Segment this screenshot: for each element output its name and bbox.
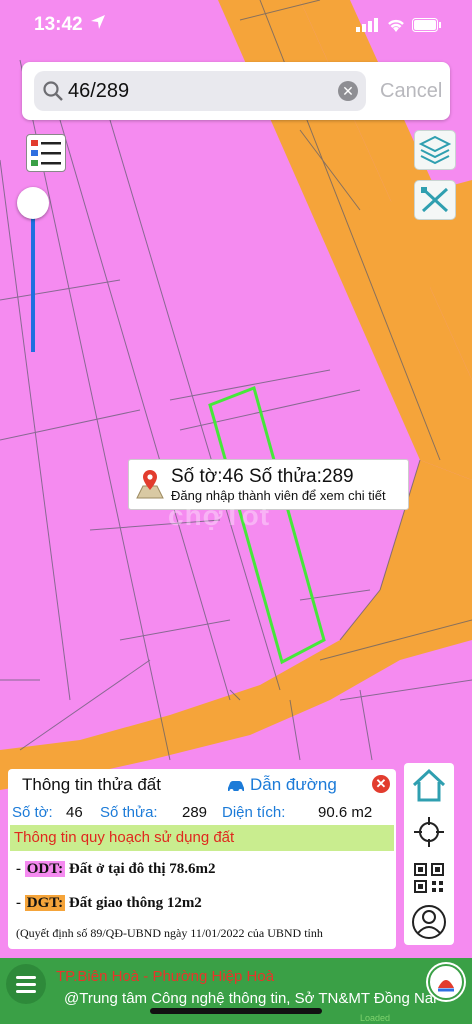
search-input[interactable]: 46/289 ✕ [34,71,366,111]
land-use-section-header: Thông tin quy hoạch sử dụng đất [10,825,394,851]
measure-tools-icon [421,187,449,213]
home-indicator [150,1008,322,1014]
measure-tools-button[interactable] [414,180,456,220]
agency-logo [426,962,466,1002]
cancel-button[interactable]: Cancel [380,80,442,103]
panel-title: Thông tin thửa đất [22,775,161,794]
parcel-info-panel: Thông tin thửa đất Dẫn đường ✕ Số tờ: 46… [8,769,396,949]
wifi-icon [388,19,404,32]
land-use-row: - ODT: Đất ở tại đô thị 78.6m2 [16,861,216,877]
crosshair-icon [414,817,444,847]
opacity-slider-track[interactable] [31,216,35,352]
thua-value: 289 [182,804,208,821]
opacity-slider-handle[interactable] [17,187,49,219]
legend-list-icon [31,140,61,166]
qr-code-icon [414,863,444,893]
to-value: 46 [66,804,83,821]
location-label: TP.Biên Hoà - Phường Hiệp Hoà [56,968,275,985]
bottom-bar: TP.Biên Hoà - Phường Hiệp Hoà @Trung tâm… [0,958,472,1024]
popup-title: Số tờ:46 Số thửa:289 [171,466,354,487]
locate-button[interactable] [408,811,450,853]
area-label: Diện tích: [222,804,286,821]
layers-button[interactable] [414,130,456,170]
account-button[interactable] [408,901,450,943]
land-use-code: DGT: [24,895,66,911]
land-use-code: ODT: [24,861,66,877]
watermark: chợTốt [168,500,271,531]
area-value: 90.6 m2 [318,804,373,821]
search-bar: 46/289 ✕ Cancel [22,62,450,120]
loaded-status: Loaded [360,1013,391,1023]
car-icon [228,781,244,793]
directions-label: Dẫn đường [250,775,337,794]
clear-icon[interactable]: ✕ [338,81,358,101]
legend-button[interactable] [26,134,66,172]
land-use-desc: Đất ở tại đô thị 78.6m2 [65,861,216,877]
decision-note: (Quyết định số 89/QĐ-UBND ngày 11/01/202… [16,926,323,940]
signal-icon [356,18,378,32]
land-use-section-title: Thông tin quy hoạch sử dụng đất [14,829,235,846]
home-icon [412,768,446,802]
user-icon [412,905,446,939]
directions-button[interactable]: Dẫn đường [226,775,337,795]
status-time: 13:42 [34,14,83,35]
home-button[interactable] [408,765,450,807]
tool-column [404,763,454,945]
menu-icon [16,976,36,993]
layers-icon [418,135,452,165]
qr-button[interactable] [408,857,450,899]
search-icon [43,81,63,101]
search-query: 46/289 [68,80,130,102]
agency-logo-icon [428,964,464,1000]
battery-icon [412,18,441,32]
map-pin-icon [136,470,164,499]
credit-label: @Trung tâm Công nghệ thông tin, Sở TN&MT… [64,990,437,1007]
land-use-desc: Đất giao thông 12m2 [65,895,202,911]
location-arrow-icon [91,15,105,29]
land-use-row: - DGT: Đất giao thông 12m2 [16,895,202,911]
to-label: Số tờ: [12,804,53,821]
menu-button[interactable] [6,964,46,1004]
thua-label: Số thửa: [100,804,158,821]
close-icon[interactable]: ✕ [372,775,390,793]
status-bar: 13:42 [0,0,472,54]
